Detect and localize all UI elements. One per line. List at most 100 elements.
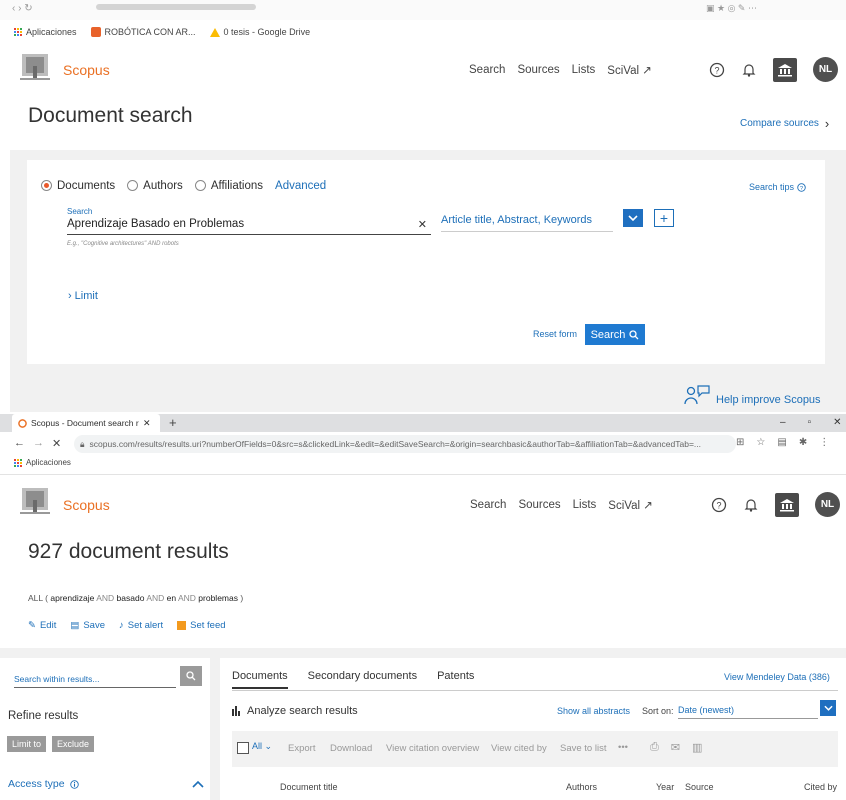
back-icon[interactable]: ← (14, 437, 25, 450)
institution-icon[interactable] (773, 57, 797, 82)
field-type-dropdown-button[interactable] (623, 209, 643, 227)
page-title: Document search (28, 104, 193, 127)
compare-sources-link[interactable]: Compare sources › (740, 116, 829, 131)
menu-dots-icon[interactable]: ⋮ (819, 437, 829, 448)
limit-to-button[interactable]: Limit to (7, 736, 47, 752)
clear-icon[interactable]: ✕ (418, 218, 427, 231)
sort-select[interactable]: Date (newest) (678, 701, 818, 719)
search-icon (186, 671, 196, 681)
search-button-label: Search (590, 328, 626, 341)
bookmark-star-icon[interactable]: ☆ (756, 437, 765, 448)
nav-sources[interactable]: Sources (517, 64, 559, 76)
bookmark-apps[interactable]: Aplicaciones (14, 27, 77, 37)
query-token: ALL ( (28, 593, 51, 603)
close-tab-icon[interactable]: ✕ (143, 418, 151, 429)
save-to-list-button[interactable]: Save to list (560, 743, 606, 754)
close-window-icon[interactable]: ✕ (833, 414, 841, 432)
stop-icon[interactable]: ✕ (52, 437, 61, 450)
bookmark-robotica[interactable]: ROBÓTICA CON AR... (90, 27, 196, 37)
address-bar[interactable]: 🔒︎ scopus.com/results/results.uri?number… (74, 435, 736, 453)
scopus-brand[interactable]: Scopus (63, 497, 110, 513)
maximize-icon[interactable]: ▫ (808, 414, 812, 432)
search-within-button[interactable] (180, 666, 202, 686)
column-year[interactable]: Year (656, 782, 674, 792)
elsevier-logo[interactable] (18, 52, 54, 82)
radio-authors[interactable]: Authors (127, 180, 183, 192)
column-cited-by[interactable]: Cited by (804, 782, 837, 792)
tab-patents[interactable]: Patents (437, 670, 474, 689)
institution-icon[interactable] (775, 492, 799, 517)
search-tips-link[interactable]: Search tips ? (749, 182, 806, 192)
minimize-icon[interactable]: – (780, 414, 786, 432)
extension-icon[interactable]: ▤ (777, 437, 786, 448)
bookmark-apps-2[interactable]: Aplicaciones (14, 458, 71, 467)
bell-icon[interactable] (741, 62, 757, 78)
radio-documents[interactable]: Documents (41, 180, 115, 192)
help-icon[interactable]: ? (711, 497, 727, 513)
nav-search[interactable]: Search (469, 64, 505, 76)
set-alert-button[interactable]: ♪ Set alert (119, 620, 163, 631)
bell-icon[interactable] (743, 497, 759, 513)
scopus-brand[interactable]: Scopus (63, 62, 110, 78)
browser-tab-active[interactable]: Scopus - Document search results ✕ (12, 414, 160, 432)
user-avatar[interactable]: NL (815, 492, 840, 517)
limit-toggle[interactable]: › Limit (68, 290, 98, 302)
url-bar-fragment[interactable] (96, 4, 256, 10)
set-feed-button[interactable]: Set feed (177, 620, 226, 631)
nav-lists[interactable]: Lists (572, 64, 596, 76)
view-citation-overview-button[interactable]: View citation overview (386, 743, 479, 754)
export-button[interactable]: Export (288, 743, 315, 754)
tab-documents[interactable]: Documents (232, 670, 288, 689)
download-button[interactable]: Download (330, 743, 372, 754)
email-icon[interactable]: ✉ (671, 741, 680, 754)
extension-icons[interactable]: ▣ ★ ◎ ✎ ⋯ (706, 3, 757, 14)
sort-dropdown-button[interactable] (820, 700, 836, 716)
column-document-title[interactable]: Document title (280, 782, 338, 792)
column-authors[interactable]: Authors (566, 782, 597, 792)
apps-grid-icon (14, 28, 22, 36)
elsevier-logo[interactable] (18, 486, 54, 516)
nav-scival[interactable]: SciVal ↗ (607, 63, 652, 77)
save-query-button[interactable]: ▤ Save (70, 620, 105, 631)
analyze-results-link[interactable]: Analyze search results (232, 705, 358, 717)
exclude-button[interactable]: Exclude (52, 736, 95, 752)
radio-affiliations[interactable]: Affiliations (194, 180, 263, 192)
apps-grid-icon (14, 458, 22, 467)
puzzle-icon[interactable]: ✱ (799, 437, 807, 448)
bookmark-drive[interactable]: 0 tesis - Google Drive (209, 27, 310, 37)
edit-query-button[interactable]: ✎ Edit (28, 620, 56, 631)
field-type-select[interactable]: Article title, Abstract, Keywords (441, 214, 613, 232)
more-options-button[interactable]: ••• (618, 742, 628, 753)
show-all-abstracts-link[interactable]: Show all abstracts (557, 706, 630, 716)
help-improve-widget[interactable]: Help improve Scopus (684, 384, 821, 406)
search-within-input[interactable]: Search within results... (14, 666, 176, 688)
nav-lists[interactable]: Lists (573, 499, 597, 511)
print-icon[interactable]: ⎙ (650, 741, 659, 754)
select-all-checkbox[interactable] (237, 742, 249, 754)
view-cited-by-button[interactable]: View cited by (491, 743, 547, 754)
help-icon[interactable]: ? (709, 62, 725, 78)
tab-secondary-documents[interactable]: Secondary documents (308, 670, 417, 689)
back-icon[interactable]: ‹ › ↻ (12, 3, 33, 14)
translate-icon[interactable]: ⊞ (736, 437, 744, 448)
forward-icon[interactable]: → (33, 437, 44, 450)
nav-sources[interactable]: Sources (518, 499, 560, 511)
select-all-dropdown[interactable]: All ⌄ (252, 741, 272, 752)
svg-text:?: ? (716, 500, 721, 510)
advanced-link[interactable]: Advanced (275, 180, 326, 192)
search-within-placeholder: Search within results... (14, 674, 100, 684)
reset-form-link[interactable]: Reset form (533, 329, 577, 339)
user-avatar[interactable]: NL (813, 57, 838, 82)
nav-search[interactable]: Search (470, 499, 506, 511)
google-drive-icon (209, 27, 220, 37)
search-input[interactable]: Aprendizaje Basado en Problemas ✕ (67, 218, 431, 235)
access-type-facet[interactable]: Access type (8, 778, 204, 790)
view-mendeley-link[interactable]: View Mendeley Data (386) (724, 672, 830, 682)
column-source[interactable]: Source (685, 782, 714, 792)
new-tab-icon[interactable]: + (169, 414, 177, 432)
results-count-title: 927 document results (28, 540, 229, 563)
search-button[interactable]: Search (585, 324, 645, 345)
add-field-button[interactable]: + (654, 209, 674, 227)
bibliography-icon[interactable]: ▥ (692, 741, 702, 754)
nav-scival[interactable]: SciVal ↗ (608, 498, 653, 512)
